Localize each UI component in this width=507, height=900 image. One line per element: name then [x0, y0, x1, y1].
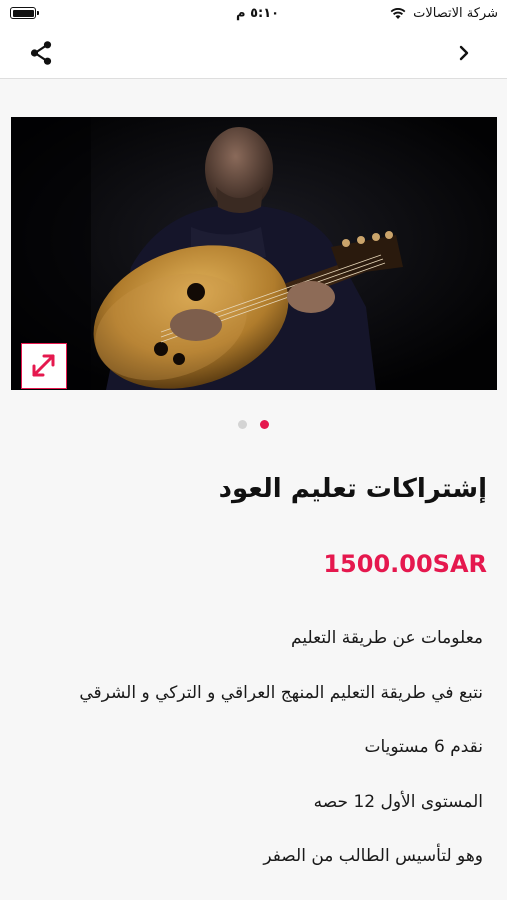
expand-icon [32, 354, 55, 377]
share-icon[interactable] [28, 40, 54, 66]
carrier-name: شركة الاتصالات [413, 6, 498, 21]
status-time: ٥:١٠ م [236, 6, 280, 21]
description-line-3: نقدم 6 مستويات [364, 737, 483, 757]
product-price: 1500.00SAR [323, 550, 487, 578]
expand-image-button[interactable] [21, 343, 67, 389]
chevron-right-icon[interactable] [455, 42, 473, 64]
battery-level [12, 9, 34, 17]
product-image-carousel[interactable] [11, 117, 497, 390]
carousel-dot-2[interactable] [260, 420, 269, 429]
status-bar: ٥:١٠ م شركة الاتصالات [0, 0, 507, 30]
description-line-2: نتبع في طريقة التعليم المنهج العراقي و ا… [79, 683, 483, 703]
wifi-icon [390, 8, 406, 19]
product-title: إشتراكات تعليم العود [218, 474, 487, 504]
nav-bar [0, 30, 507, 79]
battery-icon [10, 7, 39, 19]
description-line-5: وهو لتأسيس الطالب من الصفر [263, 846, 483, 866]
description-line-1: معلومات عن طريقة التعليم [291, 628, 483, 648]
carousel-dot-1[interactable] [238, 420, 247, 429]
oud-player-photo [11, 117, 497, 390]
description-line-4: المستوى الأول 12 حصه [313, 792, 483, 812]
